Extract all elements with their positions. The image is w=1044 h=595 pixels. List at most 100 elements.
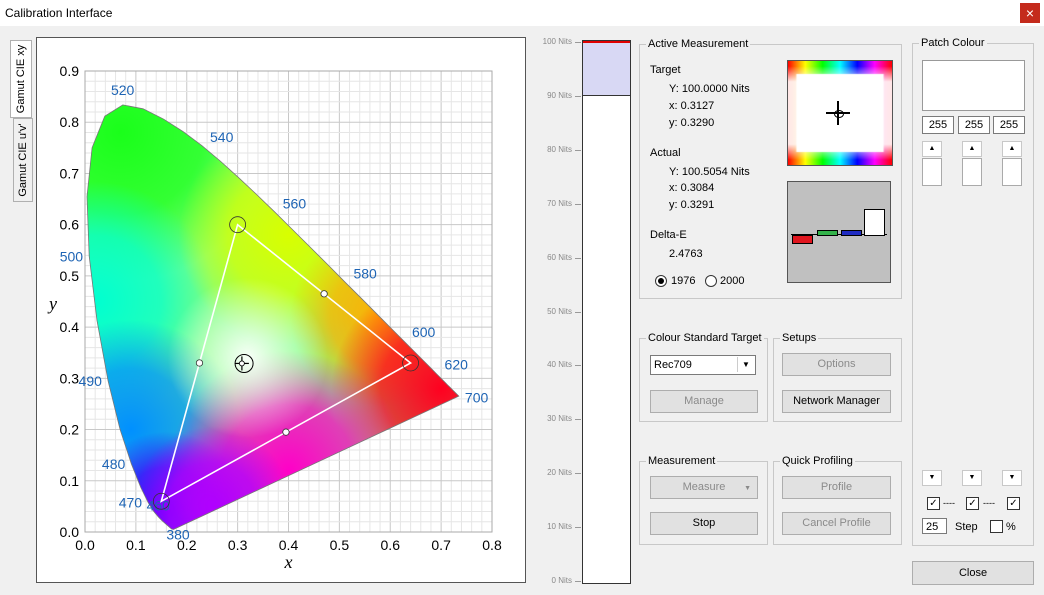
wavelength-label: 560 — [283, 195, 307, 211]
y-tick-label: 0.3 — [60, 370, 80, 386]
wavelength-label: 580 — [353, 266, 377, 282]
scroll-down-icon[interactable]: ▼ — [922, 470, 942, 486]
group-title: Active Measurement — [646, 38, 751, 50]
luminance-tick — [575, 42, 581, 43]
luminance-panel: 100 Nits 90 Nits 80 Nits 70 Nits 60 Nits 50 N… — [532, 37, 632, 587]
manage-button[interactable]: Manage — [650, 390, 758, 413]
step-input[interactable]: 25 — [922, 518, 947, 534]
patch-colour-group: Patch Colour 255 255 255 ▲ ▼ ▲ ▼ ▲ ▼ ✓ -… — [912, 37, 1034, 546]
radio-2000[interactable] — [705, 275, 717, 287]
y-tick-label: 0.5 — [60, 268, 80, 284]
measure-button[interactable]: Measure ▼ — [650, 476, 758, 499]
scroll-down-icon[interactable]: ▼ — [962, 470, 982, 486]
wavelength-label: 480 — [102, 456, 126, 472]
y-tick-label: 0.9 — [60, 63, 80, 79]
group-title: Patch Colour — [919, 37, 987, 49]
luminance-tick — [575, 149, 581, 151]
link-green-checkbox[interactable]: ✓ — [966, 497, 979, 510]
blue-slider[interactable]: ▲ ▼ — [1002, 141, 1022, 486]
luminance-tick — [575, 419, 581, 421]
group-title: Quick Profiling — [780, 455, 855, 467]
link-separator: ---- — [983, 498, 995, 508]
colour-standard-group: Colour Standard Target Rec709 ▼ Manage — [639, 332, 768, 422]
network-manager-button[interactable]: Network Manager — [782, 390, 891, 413]
scroll-down-icon[interactable]: ▼ — [1002, 470, 1022, 486]
green-balance-bar — [817, 230, 838, 236]
tab-gamut-cie-uv[interactable]: Gamut CIE u'v' — [13, 118, 33, 202]
luminance-target-line — [583, 41, 630, 43]
link-separator: ---- — [943, 498, 955, 508]
slider-thumb[interactable] — [962, 158, 982, 186]
wavelength-label: 700 — [465, 389, 489, 405]
tab-gamut-cie-xy[interactable]: Gamut CIE xy — [10, 40, 32, 118]
percent-checkbox[interactable] — [990, 520, 1003, 533]
actual-Y: Y: 100.5054 Nits — [669, 166, 750, 178]
green-value-input[interactable]: 255 — [958, 116, 990, 134]
target-Y: Y: 100.0000 Nits — [669, 83, 750, 95]
slider-thumb[interactable] — [1002, 158, 1022, 186]
quick-profiling-group: Quick Profiling Profile Cancel Profile — [773, 455, 902, 545]
slider-thumb[interactable] — [922, 158, 942, 186]
luminance-tick — [575, 473, 581, 475]
tab-label: Gamut CIE u'v' — [17, 123, 29, 197]
y-tick-label: 0.1 — [60, 473, 80, 489]
step-label: Step — [955, 521, 978, 533]
secondary-marker — [282, 428, 290, 436]
y-axis-label: y — [47, 294, 57, 314]
link-red-checkbox[interactable]: ✓ — [927, 497, 940, 510]
y-tick-label: 0.7 — [60, 165, 80, 181]
x-tick-label: 0.5 — [330, 537, 350, 553]
luminance-tick-label: 0 Nits — [551, 576, 572, 585]
luminance-tick-label: 40 Nits — [547, 360, 572, 370]
close-window-button[interactable]: × — [1020, 3, 1040, 23]
close-button[interactable]: Close — [912, 561, 1034, 585]
tab-label: Gamut CIE xy — [15, 44, 27, 114]
red-slider[interactable]: ▲ ▼ — [922, 141, 942, 486]
wavelength-label: 600 — [412, 324, 436, 340]
y-tick-label: 0.8 — [60, 114, 80, 130]
radio-2000-label: 2000 — [720, 275, 745, 287]
measurement-group: Measurement Measure ▼ Stop — [639, 455, 768, 545]
profile-button[interactable]: Profile — [782, 476, 891, 499]
active-measurement-group: Active Measurement Target Y: 100.0000 Ni… — [639, 38, 902, 299]
blue-balance-bar — [841, 230, 862, 236]
crosshair-icon — [834, 110, 844, 118]
radio-1976[interactable] — [655, 275, 667, 287]
red-value-input[interactable]: 255 — [922, 116, 954, 134]
blue-value-input[interactable]: 255 — [993, 116, 1025, 134]
target-y: y: 0.3290 — [669, 117, 715, 129]
scroll-up-icon[interactable]: ▲ — [1002, 141, 1022, 157]
cie-xy-chart[interactable]: 0.0 0.1 0.2 0.3 0.4 0.5 0.6 0.7 0.80.00.10.20.30… — [37, 38, 525, 582]
y-tick-label: 0.4 — [60, 319, 80, 335]
title-bar — [0, 0, 1044, 26]
green-slider[interactable]: ▲ ▼ — [962, 141, 982, 486]
luminance-tick-label: 50 Nits — [547, 306, 572, 316]
wavelength-label: 500 — [60, 248, 84, 264]
chevron-down-icon[interactable]: ▼ — [737, 357, 754, 372]
stop-button[interactable]: Stop — [650, 512, 758, 535]
scroll-up-icon[interactable]: ▲ — [962, 141, 982, 157]
luminance-tick-label: 60 Nits — [547, 252, 572, 262]
wavelength-label: 380 — [166, 526, 190, 542]
scroll-up-icon[interactable]: ▲ — [922, 141, 942, 157]
luminance-tick — [575, 365, 581, 367]
actual-x: x: 0.3084 — [669, 182, 715, 194]
luminance-tick-label: 80 Nits — [547, 144, 572, 154]
actual-y: y: 0.3291 — [669, 199, 715, 211]
colour-standard-select[interactable]: Rec709 ▼ — [650, 355, 756, 375]
options-button[interactable]: Options — [782, 353, 891, 376]
wavelength-label: 520 — [111, 82, 135, 98]
group-title: Colour Standard Target — [646, 332, 764, 344]
luminance-tick — [575, 581, 581, 582]
x-tick-label: 0.1 — [126, 537, 146, 553]
x-tick-label: 0.6 — [381, 537, 401, 553]
cancel-profile-button[interactable]: Cancel Profile — [782, 512, 891, 535]
luminance-actual-line — [583, 95, 630, 97]
luminance-tick — [575, 527, 581, 529]
link-blue-checkbox[interactable]: ✓ — [1007, 497, 1020, 510]
luminance-tick — [575, 203, 581, 205]
chromaticity-target-view — [787, 60, 893, 166]
wavelength-label: 470 — [119, 494, 143, 510]
radio-1976-label: 1976 — [671, 275, 696, 287]
x-tick-label: 0.4 — [279, 537, 299, 553]
